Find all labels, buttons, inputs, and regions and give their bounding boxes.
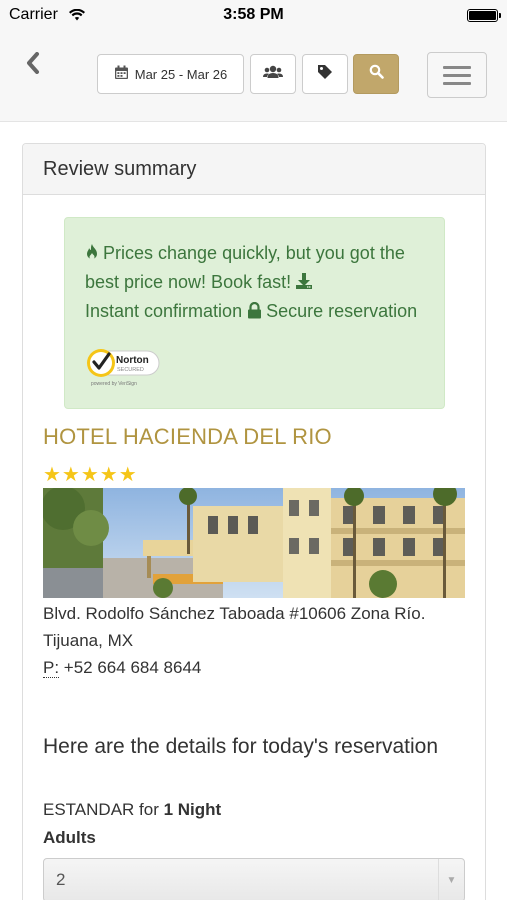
alert-secure-text: Secure reservation xyxy=(266,301,418,321)
phone-number[interactable]: +52 664 684 8644 xyxy=(64,658,202,677)
guests-button[interactable] xyxy=(250,54,296,94)
review-summary-panel: Review summary Prices change quickly, bu… xyxy=(22,143,486,900)
users-icon xyxy=(263,64,283,85)
norton-seal-logo: Norton SECURED powered by VeriSign xyxy=(85,347,163,389)
alert-instant-text: Instant confirmation xyxy=(85,301,243,321)
hotel-photo xyxy=(43,488,465,598)
clock: 3:58 PM xyxy=(223,6,284,23)
tag-button[interactable] xyxy=(302,54,348,94)
chevron-left-icon xyxy=(26,51,40,79)
hotel-name[interactable]: HOTEL HACIENDA DEL RIO xyxy=(43,424,332,450)
top-navbar: Mar 25 - Mar 26 xyxy=(0,30,507,122)
back-button[interactable] xyxy=(18,50,48,80)
hotel-address: Blvd. Rodolfo Sánchez Taboada #10606 Zon… xyxy=(43,600,463,681)
calendar-icon xyxy=(114,65,129,83)
address-city: Tijuana, MX xyxy=(43,631,134,650)
download-icon xyxy=(296,271,313,298)
search-button[interactable] xyxy=(353,54,399,94)
price-alert: Prices change quickly, but you got the b… xyxy=(64,217,445,409)
details-title: Here are the details for today's reserva… xyxy=(43,735,439,758)
menu-button[interactable] xyxy=(427,52,487,98)
search-icon xyxy=(369,64,384,84)
chevron-down-icon: ▼ xyxy=(438,859,464,900)
panel-heading: Review summary xyxy=(23,144,485,195)
date-range-label: Mar 25 - Mar 26 xyxy=(134,66,228,82)
fire-icon xyxy=(85,242,99,269)
lock-icon xyxy=(247,300,262,327)
adults-select[interactable]: 2 ▼ xyxy=(43,858,465,900)
status-bar: Carrier 3:58 PM xyxy=(0,0,507,30)
svg-text:Norton: Norton xyxy=(116,355,149,366)
phone-line: P: +52 664 684 8644 xyxy=(43,654,463,681)
adults-select-value: 2 xyxy=(56,870,66,889)
room-summary: ESTANDAR for 1 Night xyxy=(43,800,221,820)
alert-price-text: Prices change quickly, but you got the b… xyxy=(85,243,405,292)
phone-label: P: xyxy=(43,658,60,678)
nights-count: 1 Night xyxy=(163,800,222,819)
address-line: Blvd. Rodolfo Sánchez Taboada #10606 Zon… xyxy=(43,604,426,623)
date-range-button[interactable]: Mar 25 - Mar 26 xyxy=(97,54,244,94)
tag-icon xyxy=(317,64,333,85)
svg-text:SECURED: SECURED xyxy=(117,367,144,373)
battery-icon xyxy=(467,9,501,22)
svg-text:powered by VeriSign: powered by VeriSign xyxy=(91,381,137,387)
adults-label: Adults xyxy=(43,828,96,847)
star-rating: ★★★★★ xyxy=(43,464,138,486)
hamburger-icon xyxy=(443,65,471,69)
room-type: ESTANDAR for xyxy=(43,800,164,819)
